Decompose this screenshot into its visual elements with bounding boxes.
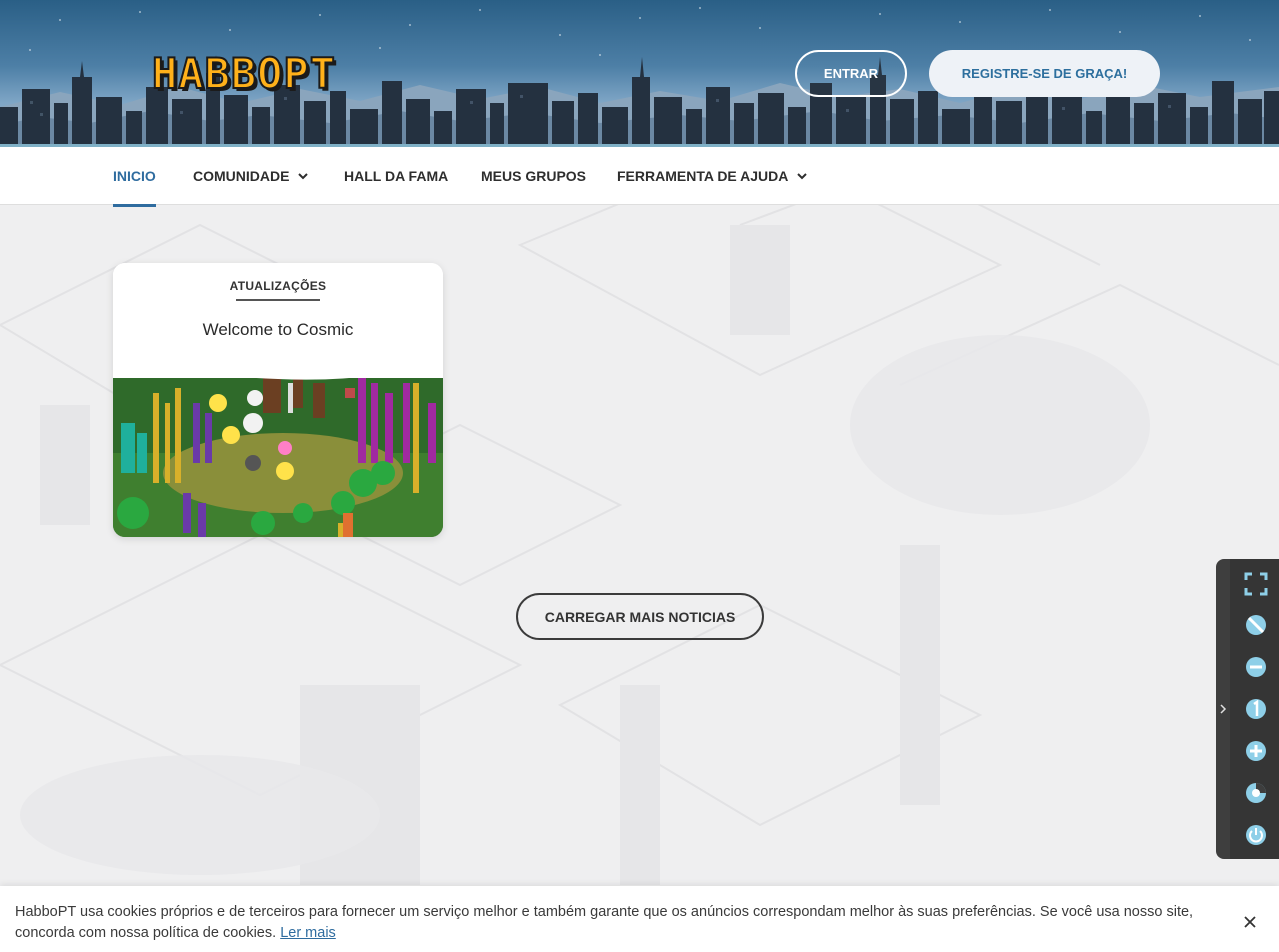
nav-item-ferramenta-de-ajuda[interactable]: FERRAMENTA DE AJUDA <box>617 147 808 205</box>
news-card[interactable]: ATUALIZAÇÕES Welcome to Cosmic <box>113 263 443 537</box>
close-icon <box>1244 916 1256 928</box>
news-category: ATUALIZAÇÕES <box>229 279 327 293</box>
nav-item-inicio[interactable]: INICIO <box>113 147 156 207</box>
disable-icon[interactable] <box>1243 612 1269 638</box>
nav-item-hall-da-fama[interactable]: HALL DA FAMA <box>344 147 448 205</box>
nav-item-comunidade[interactable]: COMUNIDADE <box>193 147 309 205</box>
category-underline <box>236 299 320 301</box>
nav-item-label: FERRAMENTA DE AJUDA <box>617 168 789 184</box>
cookie-close-button[interactable] <box>1240 912 1260 932</box>
main-navigation: INICIO COMUNIDADE HALL DA FAMA MEUS GRUP… <box>0 147 1279 207</box>
toolbar-toggle[interactable] <box>1216 559 1230 859</box>
nav-item-meus-grupos[interactable]: MEUS GRUPOS <box>481 147 586 205</box>
rotate-icon[interactable] <box>1243 780 1269 806</box>
news-title: Welcome to Cosmic <box>202 320 354 339</box>
cookie-text: HabboPT usa cookies próprios e de tercei… <box>15 904 1194 941</box>
fullscreen-icon[interactable] <box>1243 571 1269 597</box>
zoom-reset-icon[interactable] <box>1243 696 1269 722</box>
chevron-down-icon <box>797 173 808 180</box>
news-thumbnail <box>113 363 443 537</box>
chevron-down-icon <box>298 173 309 180</box>
login-button[interactable]: ENTRAR <box>795 50 907 97</box>
zoom-in-icon[interactable] <box>1243 738 1269 764</box>
site-logo[interactable]: HABBOPT <box>151 51 336 97</box>
register-button[interactable]: REGISTRE-SE DE GRAÇA! <box>929 50 1160 97</box>
site-header: HABBOPT ENTRAR REGISTRE-SE DE GRAÇA! <box>0 0 1279 147</box>
card-wave-divider <box>113 355 443 380</box>
cookie-read-more-link[interactable]: Ler mais <box>280 925 336 941</box>
nav-item-label: COMUNIDADE <box>193 168 290 184</box>
cookie-message: HabboPT usa cookies próprios e de tercei… <box>15 902 1225 944</box>
nav-item-label: HALL DA FAMA <box>344 168 449 184</box>
cookie-banner: HabboPT usa cookies próprios e de tercei… <box>0 886 1279 952</box>
power-icon[interactable] <box>1243 822 1269 848</box>
nav-item-label: MEUS GRUPOS <box>481 168 587 184</box>
nav-item-label: INICIO <box>113 168 156 184</box>
chevron-right-icon <box>1220 704 1227 714</box>
load-more-news-button[interactable]: CARREGAR MAIS NOTICIAS <box>516 593 764 640</box>
zoom-out-icon[interactable] <box>1243 654 1269 680</box>
